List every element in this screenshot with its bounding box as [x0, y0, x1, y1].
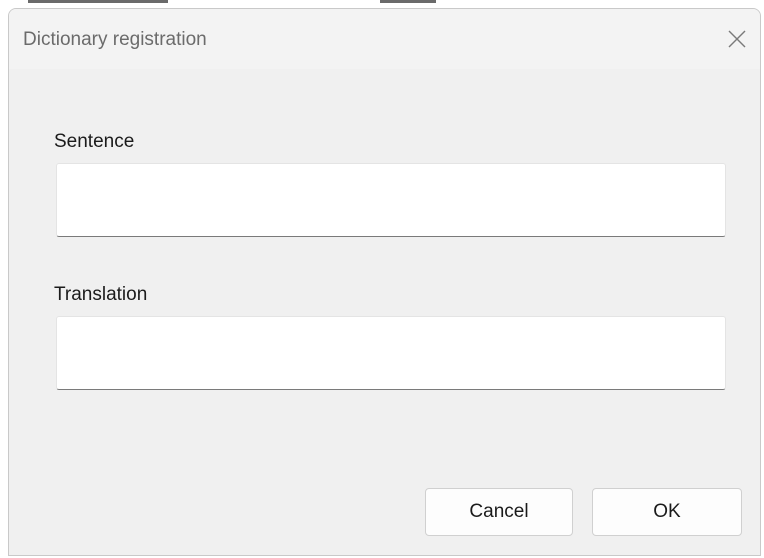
- background-window-mark: [380, 0, 436, 3]
- title-bar: Dictionary registration: [9, 9, 760, 69]
- cancel-button-label: Cancel: [469, 501, 529, 522]
- translation-label: Translation: [54, 284, 148, 305]
- sentence-label: Sentence: [54, 131, 135, 152]
- background-window-mark: [28, 0, 168, 3]
- sentence-input[interactable]: [56, 163, 726, 237]
- dictionary-registration-dialog: Dictionary registration Sentence Transla…: [8, 8, 761, 556]
- ok-button[interactable]: OK: [592, 488, 742, 536]
- close-button[interactable]: [714, 9, 760, 69]
- dialog-title: Dictionary registration: [23, 29, 207, 50]
- translation-input[interactable]: [56, 316, 726, 390]
- screen: Dictionary registration Sentence Transla…: [0, 0, 764, 558]
- close-icon: [728, 30, 746, 48]
- cancel-button[interactable]: Cancel: [425, 488, 573, 536]
- ok-button-label: OK: [653, 501, 681, 522]
